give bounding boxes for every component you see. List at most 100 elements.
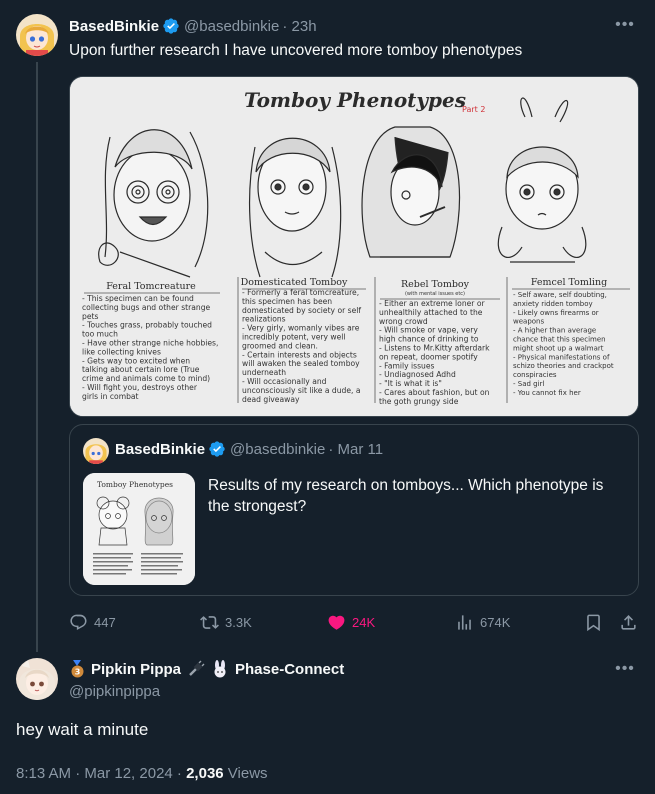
column-desc-line: - Have other strange niche hobbies, bbox=[82, 339, 218, 348]
column-desc-line: collecting bugs and other strange bbox=[82, 303, 211, 312]
retweet-count: 3.3K bbox=[225, 614, 252, 630]
reply-author-avatar[interactable] bbox=[16, 658, 58, 700]
verified-badge-icon bbox=[163, 18, 179, 34]
author-handle[interactable]: @basedbinkie bbox=[184, 18, 279, 35]
column-desc-line: chance that this specimen bbox=[513, 336, 606, 344]
verified-badge-icon bbox=[209, 441, 225, 457]
column-desc-line: - Likely owns firearms or bbox=[513, 309, 599, 317]
column-desc-line: pets bbox=[82, 312, 98, 321]
quoted-tweet-thumbnail: Tomboy Phenotypes bbox=[83, 473, 195, 585]
reply-text: hey wait a minute bbox=[16, 720, 149, 739]
tweet-media-image[interactable]: Tomboy Phenotypes Part 2 Feral Tomcreatu… bbox=[69, 76, 639, 417]
share-icon bbox=[621, 614, 636, 630]
tweet-action-bar: 447 3.3K 24K 674K bbox=[69, 610, 639, 634]
media-part-label: Part 2 bbox=[462, 105, 485, 114]
column-desc-line: realizations bbox=[242, 315, 286, 324]
author-name[interactable]: BasedBinkie bbox=[69, 18, 159, 35]
column-desc-line: domesticated by society or self bbox=[242, 306, 361, 315]
column-desc-line: - Listens to Mr.Kitty afterdark bbox=[379, 344, 490, 353]
share-button[interactable] bbox=[619, 610, 638, 634]
tweet-time[interactable]: · 23h bbox=[282, 18, 316, 35]
column-name-4: Femcel Tomling bbox=[531, 277, 607, 288]
bunny-icon bbox=[214, 660, 226, 678]
views-button[interactable]: 674K bbox=[455, 610, 510, 634]
retweet-icon bbox=[200, 615, 219, 629]
column-desc-line: unhealthily attached to the bbox=[379, 308, 483, 317]
heart-icon bbox=[328, 615, 345, 630]
column-name-2: Domesticated Tomboy bbox=[241, 277, 348, 288]
like-count: 24K bbox=[352, 614, 376, 630]
retweet-button[interactable]: 3.3K bbox=[200, 610, 252, 634]
column-desc-line: conspiracies bbox=[513, 371, 557, 379]
column-desc-line: too much bbox=[82, 330, 118, 339]
column-desc-line: - This specimen can be found bbox=[82, 294, 194, 303]
column-desc-line: - Gets way too excited when bbox=[82, 356, 190, 365]
thread-connector-line bbox=[36, 62, 38, 652]
reply-timestamp[interactable]: 8:13 AM · Mar 12, 2024 · bbox=[16, 765, 186, 782]
quoted-tweet[interactable]: BasedBinkie @basedbinkie · Mar 11 Tomboy… bbox=[69, 424, 639, 596]
analytics-icon bbox=[458, 614, 471, 630]
column-subtitle-3: (with mental issues etc) bbox=[405, 291, 465, 297]
reply-author-affiliation[interactable]: Phase-Connect bbox=[235, 661, 344, 678]
views-count: 674K bbox=[480, 614, 511, 630]
column-desc-line: - Very girly, womanly vibes are bbox=[242, 324, 360, 333]
column-desc-line: like collecting knives bbox=[82, 347, 161, 356]
column-desc-line: - Family issues bbox=[379, 361, 435, 370]
quoted-author-name: BasedBinkie bbox=[115, 440, 206, 458]
column-desc-line: high chance of drinking to bbox=[379, 335, 479, 344]
column-desc-line: groomed and clean. bbox=[242, 341, 318, 350]
reply-views-label: Views bbox=[223, 765, 268, 782]
reply-views-count: 2,036 bbox=[186, 765, 224, 782]
column-desc-line: - Will occasionally and bbox=[242, 377, 327, 386]
column-desc-line: incredibly potent, very well bbox=[242, 333, 346, 342]
reply-author-name[interactable]: Pipkin Pippa bbox=[91, 661, 181, 678]
column-desc-line: might shoot up a walmart bbox=[513, 344, 604, 352]
column-desc-line: - Undiagnosed Adhd bbox=[379, 370, 456, 379]
column-name-3: Rebel Tomboy bbox=[401, 279, 470, 290]
column-desc-line: unconsciously sit like a dude, a bbox=[242, 386, 361, 395]
column-desc-line: dead giveaway bbox=[242, 395, 300, 404]
tweet-header: BasedBinkie @basedbinkie · 23h bbox=[69, 16, 317, 36]
more-options-icon[interactable]: ••• bbox=[615, 661, 635, 677]
column-desc-line: girls in combat bbox=[82, 392, 139, 401]
column-desc-line: - Self aware, self doubting, bbox=[513, 291, 607, 299]
quoted-tweet-time: · Mar 11 bbox=[328, 440, 384, 458]
column-desc-line: - Cares about fashion, but on bbox=[379, 388, 490, 397]
quoted-tweet-header: BasedBinkie @basedbinkie · Mar 11 bbox=[115, 440, 383, 458]
column-desc-3: - Either an extreme loner orunhealthily … bbox=[379, 299, 490, 406]
quoted-tweet-text: Results of my research on tomboys... Whi… bbox=[208, 477, 604, 515]
column-desc-line: crime and animals come to mind) bbox=[82, 374, 210, 383]
tweet-text: Upon further research I have uncovered m… bbox=[69, 42, 523, 59]
column-desc-line: - Touches grass, probably touched bbox=[82, 321, 212, 330]
bookmark-button[interactable] bbox=[584, 610, 603, 634]
column-name-1: Feral Tomcreature bbox=[106, 281, 196, 292]
thumb-title: Tomboy Phenotypes bbox=[97, 480, 173, 489]
column-desc-line: anxiety ridden tomboy bbox=[513, 300, 593, 308]
bookmark-icon bbox=[587, 614, 600, 631]
reply-count: 447 bbox=[94, 614, 116, 630]
column-desc-line: - Certain interests and objects bbox=[242, 350, 357, 359]
column-desc-line: talking about certain lore (True bbox=[82, 365, 200, 374]
media-title: Tomboy Phenotypes bbox=[244, 88, 466, 112]
column-desc-line: weapons bbox=[513, 318, 544, 326]
column-desc-line: this specimen has been bbox=[242, 297, 332, 306]
reply-button[interactable]: 447 bbox=[69, 610, 116, 634]
author-avatar[interactable] bbox=[16, 14, 58, 56]
quoted-author-avatar bbox=[83, 438, 109, 464]
column-desc-line: will awaken the sealed tomboy bbox=[242, 359, 360, 368]
reply-icon bbox=[70, 614, 87, 630]
like-button[interactable]: 24K bbox=[327, 610, 375, 634]
column-desc-line: wrong crowd bbox=[379, 317, 428, 326]
column-desc-line: - Will fight you, destroys other bbox=[82, 383, 198, 392]
column-desc-line: underneath bbox=[242, 368, 286, 377]
reply-header: 3 Pipkin Pippa Phase-Connect bbox=[69, 660, 344, 678]
column-desc-line: - Sad girl bbox=[513, 380, 544, 388]
reply-meta: 8:13 AM · Mar 12, 2024 · 2,036 Views bbox=[16, 765, 268, 782]
more-options-icon[interactable]: ••• bbox=[615, 17, 635, 33]
column-desc-line: - "It is what it is" bbox=[379, 379, 442, 388]
svg-text:3: 3 bbox=[75, 668, 81, 677]
quoted-author-handle: @basedbinkie bbox=[230, 440, 326, 458]
reply-author-handle[interactable]: @pipkinpippa bbox=[69, 683, 160, 700]
column-desc-line: - Physical manifestations of bbox=[513, 353, 610, 361]
column-desc-line: - Will smoke or vape, very bbox=[379, 326, 478, 335]
